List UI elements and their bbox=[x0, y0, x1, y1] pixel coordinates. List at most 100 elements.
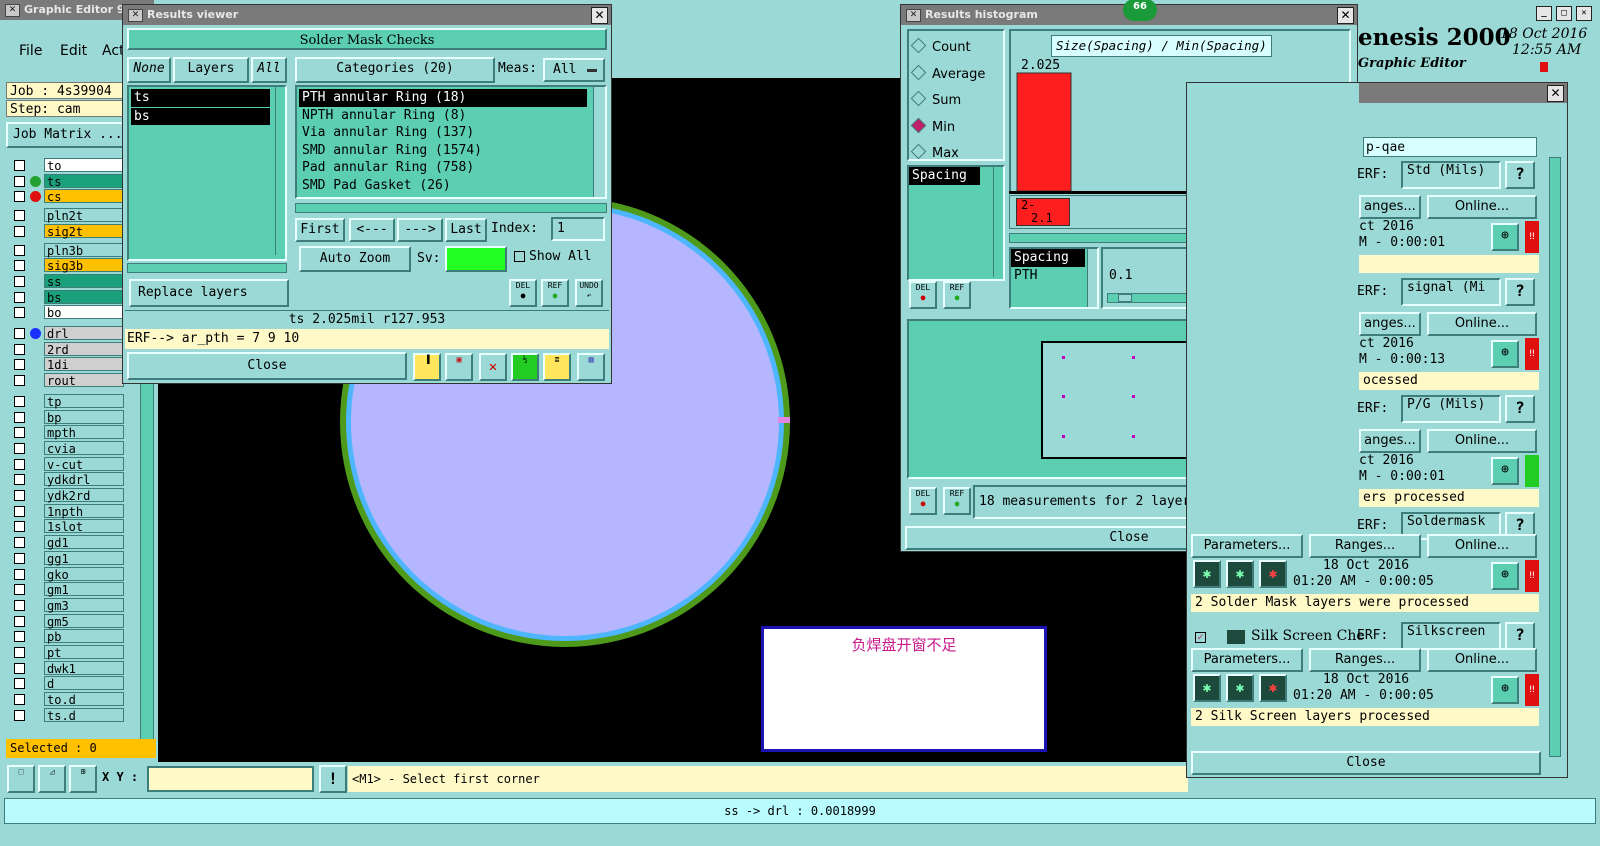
layer-checkbox[interactable] bbox=[14, 537, 25, 549]
mark-icon[interactable]: ▣ bbox=[445, 353, 473, 381]
erf-select[interactable]: Std (Mils) bbox=[1401, 161, 1501, 189]
replace-layers-select[interactable]: Replace layers bbox=[129, 279, 289, 307]
layer-name[interactable]: ts.d bbox=[44, 707, 124, 723]
checklist-close-button[interactable]: Close bbox=[1191, 751, 1541, 775]
layer-checkbox[interactable] bbox=[14, 175, 25, 187]
layer-name[interactable]: gm5 bbox=[44, 613, 124, 629]
layer-row[interactable]: 1di bbox=[10, 357, 125, 373]
layer-checkbox[interactable] bbox=[14, 490, 25, 501]
layer-row[interactable]: bp bbox=[10, 409, 125, 426]
select-tool-icon[interactable]: ⬚ bbox=[7, 765, 35, 793]
check-name[interactable]: Silk Screen Che bbox=[1251, 628, 1365, 644]
online-button[interactable]: Online... bbox=[1427, 312, 1537, 336]
layer-row[interactable]: ydkdrl bbox=[10, 472, 125, 488]
layer-checkbox[interactable] bbox=[14, 474, 25, 486]
layer-name[interactable]: to bbox=[44, 158, 124, 173]
close-icon[interactable]: ✕ bbox=[1337, 7, 1354, 24]
ranges-button[interactable]: Ranges... bbox=[1309, 534, 1421, 558]
last-button[interactable]: Last bbox=[445, 218, 487, 242]
layer-row[interactable]: gm1 bbox=[10, 582, 125, 598]
layer-row[interactable]: gm3 bbox=[10, 597, 125, 614]
erf-select[interactable]: P/G (Mils) bbox=[1401, 395, 1501, 423]
category-item[interactable]: SMD Pad Gasket (26) bbox=[299, 177, 587, 195]
layer-name[interactable]: bp bbox=[44, 409, 124, 425]
online-button[interactable]: Online... bbox=[1427, 195, 1537, 219]
layer-row[interactable]: pln2t bbox=[10, 208, 125, 224]
layer-checkbox[interactable] bbox=[14, 210, 25, 222]
alert-icon[interactable]: ! bbox=[319, 765, 347, 793]
histogram-bar[interactable] bbox=[1016, 72, 1072, 191]
layer-checkbox[interactable] bbox=[14, 584, 25, 596]
layer-name[interactable]: ss bbox=[44, 273, 124, 289]
category-hscroll[interactable] bbox=[295, 203, 607, 213]
layer-checkbox[interactable] bbox=[14, 678, 25, 690]
layer-checkbox[interactable] bbox=[14, 694, 25, 706]
layer-category-item[interactable]: PTH bbox=[1011, 267, 1085, 285]
layer-name[interactable]: gm1 bbox=[44, 582, 124, 597]
layer-row[interactable]: pln3b bbox=[10, 242, 125, 259]
hist-del-icon[interactable]: DEL ● bbox=[909, 281, 937, 309]
layer-checkbox[interactable] bbox=[14, 328, 25, 339]
category-item[interactable]: PTH annular Ring (18) bbox=[299, 89, 587, 107]
layer-checkbox[interactable] bbox=[14, 160, 25, 171]
layer-checkbox[interactable] bbox=[14, 442, 25, 454]
layer-checkbox[interactable] bbox=[14, 568, 25, 580]
layer-checkbox[interactable] bbox=[14, 647, 25, 658]
layer-checkbox[interactable] bbox=[14, 505, 25, 517]
zoom-icon[interactable]: ⊕ bbox=[1491, 562, 1519, 590]
help-icon[interactable]: ? bbox=[1505, 622, 1535, 650]
layer-result-item[interactable]: ts bbox=[131, 89, 270, 107]
layer-checkbox[interactable] bbox=[14, 631, 25, 643]
list-scrollbar[interactable] bbox=[1087, 249, 1097, 307]
highlight-icon[interactable]: ▐ bbox=[413, 353, 441, 381]
radio-icon[interactable] bbox=[910, 37, 927, 54]
layer-checkbox[interactable] bbox=[14, 375, 25, 387]
layer-row[interactable]: gko bbox=[10, 566, 125, 583]
layer-name[interactable]: dwk1 bbox=[44, 660, 124, 676]
close-icon[interactable]: ✕ bbox=[591, 7, 608, 24]
stop-icon[interactable]: ✱ bbox=[1259, 560, 1287, 588]
layer-row[interactable]: pb bbox=[10, 629, 125, 645]
category-item[interactable]: SMD annular Ring (1574) bbox=[299, 142, 587, 160]
radio-icon[interactable] bbox=[910, 143, 927, 160]
layer-list-hscroll[interactable] bbox=[127, 263, 287, 273]
layer-row[interactable]: d bbox=[10, 676, 125, 692]
job-matrix-button[interactable]: Job Matrix ... bbox=[6, 122, 128, 148]
layer-name[interactable]: ts bbox=[44, 173, 124, 189]
layer-row[interactable]: v-cut bbox=[10, 456, 125, 473]
layer-name[interactable]: cs bbox=[44, 189, 124, 204]
close-icon[interactable]: ✕ bbox=[1576, 6, 1592, 21]
layer-row[interactable]: pt bbox=[10, 645, 125, 661]
layer-name[interactable]: gm3 bbox=[44, 597, 124, 613]
layer-row[interactable]: sig2t bbox=[10, 223, 125, 240]
online-button[interactable]: Online... bbox=[1427, 648, 1537, 672]
report-icon[interactable]: ≣ bbox=[543, 353, 571, 381]
del-icon[interactable]: DEL ● bbox=[509, 279, 537, 307]
category-scrollbar[interactable] bbox=[593, 87, 605, 197]
zoom-icon[interactable]: ⊕ bbox=[1491, 340, 1519, 368]
layer-category-list[interactable]: Spacing PTH bbox=[1009, 247, 1099, 309]
layer-name[interactable]: rout bbox=[44, 373, 124, 388]
layer-checkbox[interactable] bbox=[14, 359, 25, 371]
layer-row[interactable]: ss bbox=[10, 273, 125, 290]
radio-icon[interactable] bbox=[910, 117, 927, 133]
run-all-icon[interactable]: ✱ bbox=[1226, 674, 1254, 702]
meas-select[interactable]: All bbox=[543, 58, 605, 82]
radio-icon[interactable] bbox=[910, 90, 927, 107]
layer-name[interactable]: 2rd bbox=[44, 341, 124, 357]
maximize-icon[interactable]: □ bbox=[1556, 6, 1572, 21]
ranges-button[interactable]: Ranges... bbox=[1309, 648, 1421, 672]
layer-row[interactable]: ydk2rd bbox=[10, 488, 125, 504]
layer-result-item[interactable]: bs bbox=[131, 107, 270, 125]
layer-checkbox[interactable] bbox=[14, 275, 25, 287]
layer-row[interactable]: cs bbox=[10, 189, 125, 205]
layer-name[interactable]: drl bbox=[44, 326, 124, 341]
stat-radio-min[interactable]: Min bbox=[910, 115, 1003, 142]
chart-icon[interactable]: ▥ bbox=[577, 353, 605, 381]
show-all-checkbox[interactable] bbox=[514, 251, 525, 262]
help-icon[interactable]: ? bbox=[1505, 278, 1535, 306]
zoom-icon[interactable]: ⊕ bbox=[1491, 457, 1519, 485]
layer-row[interactable]: rout bbox=[10, 373, 125, 389]
next-button[interactable]: ---> bbox=[397, 218, 443, 242]
stat-radio-sum[interactable]: Sum bbox=[910, 88, 1003, 115]
